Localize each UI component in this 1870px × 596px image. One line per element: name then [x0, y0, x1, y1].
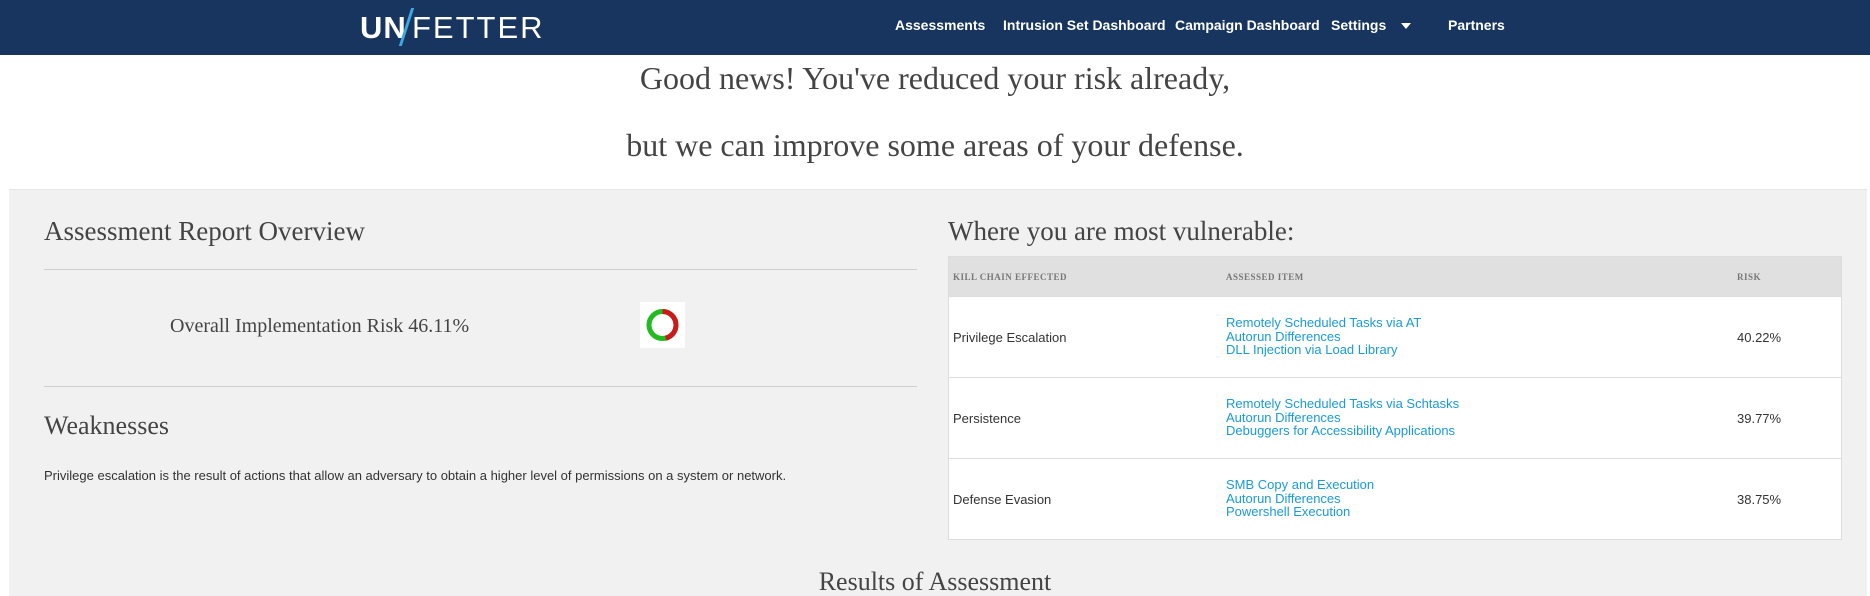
- table-row: Persistence Remotely Scheduled Tasks via…: [949, 377, 1841, 458]
- assessed-item-link[interactable]: DLL Injection via Load Library: [1226, 343, 1421, 357]
- assessed-item-link[interactable]: Autorun Differences: [1226, 329, 1421, 344]
- row-risk-value: 39.77%: [1737, 411, 1782, 426]
- header-risk: RISK: [1737, 272, 1762, 282]
- nav-intrusion-set-dashboard[interactable]: Intrusion Set Dashboard: [1003, 17, 1166, 33]
- assessed-item-link[interactable]: Powershell Execution: [1226, 505, 1374, 519]
- risk-donut-chart: [640, 302, 685, 348]
- table-header-row: KILL CHAIN EFFECTED ASSESSED ITEM RISK: [949, 257, 1841, 296]
- row-kill-chain-phase: Persistence: [953, 411, 1021, 426]
- table-row: Privilege Escalation Remotely Scheduled …: [949, 296, 1841, 377]
- weaknesses-title: Weaknesses: [44, 411, 169, 440]
- row-kill-chain-phase: Privilege Escalation: [953, 330, 1067, 345]
- overview-divider-top: [44, 269, 917, 270]
- header-assessed-item: ASSESSED ITEM: [1226, 272, 1304, 282]
- overview-title: Assessment Report Overview: [44, 216, 365, 246]
- nav-partners[interactable]: Partners: [1448, 17, 1505, 33]
- hero-message-line-1: Good news! You've reduced your risk alre…: [639, 60, 1231, 96]
- assessed-item-link[interactable]: Debuggers for Accessibility Applications: [1226, 424, 1459, 438]
- weaknesses-description: Privilege escalation is the result of ac…: [44, 468, 787, 483]
- assessed-item-link[interactable]: Autorun Differences: [1226, 410, 1459, 425]
- hero-message-line-2: but we can improve some areas of your de…: [626, 127, 1244, 163]
- assessed-item-link[interactable]: Autorun Differences: [1226, 491, 1374, 506]
- top-navbar: UN FETTER Assessments Intrusion Set Dash…: [0, 0, 1870, 55]
- unfetter-logo[interactable]: UN FETTER: [360, 8, 543, 46]
- table-row: Defense Evasion SMB Copy and Execution A…: [949, 458, 1841, 539]
- settings-dropdown-caret-icon[interactable]: [1401, 23, 1411, 29]
- assessed-item-link[interactable]: Remotely Scheduled Tasks via AT: [1226, 316, 1421, 330]
- nav-settings[interactable]: Settings: [1331, 17, 1386, 33]
- nav-assessments[interactable]: Assessments: [895, 17, 985, 33]
- overview-divider-bottom: [44, 386, 917, 387]
- row-risk-value: 40.22%: [1737, 330, 1782, 345]
- row-risk-value: 38.75%: [1737, 492, 1782, 507]
- results-title: Results of Assessment: [818, 567, 1052, 596]
- row-kill-chain-phase: Defense Evasion: [953, 492, 1052, 507]
- header-kill-chain: KILL CHAIN EFFECTED: [953, 272, 1068, 282]
- logo-text-fetter: FETTER: [412, 10, 545, 45]
- risk-donut-svg: [646, 309, 679, 341]
- row-assessed-items: Remotely Scheduled Tasks via AT Autorun …: [1226, 316, 1421, 357]
- overall-risk-label: Overall Implementation Risk 46.11%: [170, 315, 470, 337]
- row-assessed-items: SMB Copy and Execution Autorun Differenc…: [1226, 478, 1374, 519]
- vulnerable-title: Where you are most vulnerable:: [948, 216, 1295, 246]
- assessed-item-link[interactable]: Remotely Scheduled Tasks via Schtasks: [1226, 397, 1459, 411]
- nav-campaign-dashboard[interactable]: Campaign Dashboard: [1175, 17, 1320, 33]
- vulnerability-table: KILL CHAIN EFFECTED ASSESSED ITEM RISK P…: [948, 256, 1842, 540]
- assessed-item-link[interactable]: SMB Copy and Execution: [1226, 478, 1374, 492]
- row-assessed-items: Remotely Scheduled Tasks via Schtasks Au…: [1226, 397, 1459, 438]
